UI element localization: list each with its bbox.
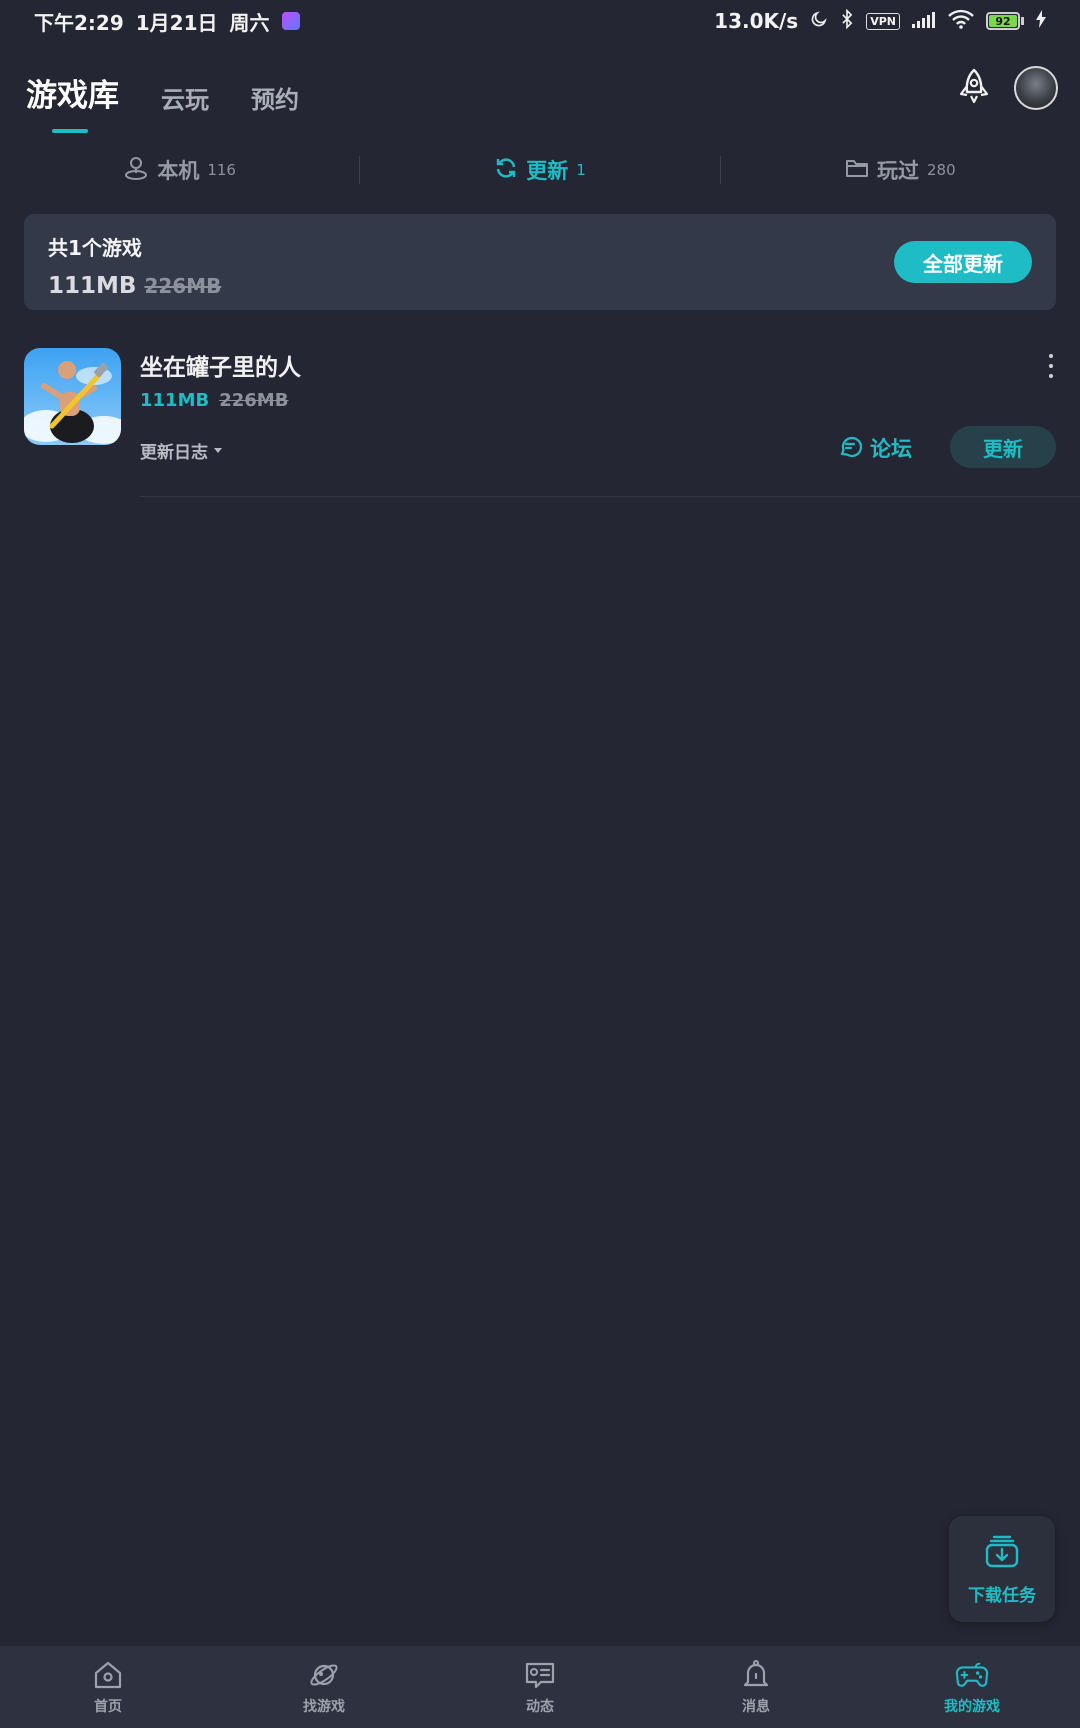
game-sizes: 111MB 226MB [140, 390, 288, 411]
list-divider [140, 496, 1080, 497]
subtab-local-label: 本机 [157, 159, 200, 183]
person-pin-icon [123, 155, 149, 186]
refresh-icon [494, 156, 518, 185]
status-time: 下午2:29 [34, 10, 124, 35]
update-button[interactable]: 更新 [950, 426, 1056, 468]
game-icon[interactable] [24, 348, 121, 445]
status-net-speed: 13.0K/s [714, 9, 799, 33]
planet-icon [307, 1658, 341, 1692]
wifi-icon [948, 9, 974, 34]
status-weekday: 周六 [229, 10, 270, 35]
tab-cloud-play[interactable]: 云玩 [161, 80, 209, 115]
tab-reservation[interactable]: 预约 [251, 80, 299, 115]
update-summary-card: 共1个游戏 111MB 226MB 全部更新 [24, 214, 1056, 310]
nav-messages-label: 消息 [742, 1699, 770, 1715]
forum-label: 论坛 [870, 437, 912, 461]
tab-game-library[interactable]: 游戏库 [26, 70, 119, 133]
update-all-button[interactable]: 全部更新 [894, 241, 1032, 283]
nav-find-games-label: 找游戏 [303, 1699, 345, 1715]
app-screen: 下午2:29 1月21日 周六 13.0K/s VPN 92 游戏库 云玩 预约… [0, 0, 1080, 1728]
header-actions [952, 66, 1058, 110]
top-tab-bar: 游戏库 云玩 预约 [26, 70, 299, 133]
forum-button[interactable]: 论坛 [838, 428, 912, 468]
charging-icon [1036, 9, 1046, 33]
nav-home-label: 首页 [94, 1699, 122, 1715]
subtab-updates-count: 1 [576, 161, 586, 179]
download-task-button[interactable]: 下载任务 [949, 1516, 1055, 1622]
download-task-label: 下载任务 [968, 1585, 1036, 1606]
signal-icon [912, 9, 936, 33]
battery-icon: 92 [986, 12, 1024, 30]
nav-my-games[interactable]: 我的游戏 [864, 1658, 1080, 1716]
bluetooth-icon [840, 8, 854, 34]
moon-icon [810, 9, 828, 33]
vpn-badge: VPN [866, 12, 900, 30]
subtab-local-count: 116 [207, 161, 236, 179]
game-new-size: 111MB [140, 390, 210, 411]
subtab-local[interactable]: 本机 116 [0, 155, 359, 186]
notification-app-icon [281, 12, 300, 30]
battery-level: 92 [989, 15, 1017, 28]
summary-title: 共1个游戏 [48, 236, 142, 260]
download-tray-icon [984, 1533, 1020, 1573]
more-options-icon[interactable] [1046, 354, 1056, 378]
subtab-updates[interactable]: 更新 1 [360, 155, 719, 185]
game-list-item[interactable]: 坐在罐子里的人 111MB 226MB 更新日志 论坛 更新 [24, 348, 1056, 498]
sub-tab-bar: 本机 116 更新 1 玩过 280 [0, 150, 1080, 190]
nav-feed[interactable]: 动态 [432, 1658, 648, 1716]
changelog-label: 更新日志 [140, 443, 208, 463]
game-title[interactable]: 坐在罐子里的人 [140, 348, 301, 382]
avatar[interactable] [1014, 66, 1058, 110]
nav-my-games-label: 我的游戏 [944, 1699, 1000, 1715]
subtab-played-count: 280 [927, 161, 956, 179]
rocket-icon[interactable] [952, 66, 996, 110]
status-date: 1月21日 [135, 10, 218, 35]
gamepad-icon [955, 1658, 989, 1692]
subtab-updates-label: 更新 [526, 159, 569, 183]
status-bar-left: 下午2:29 1月21日 周六 [34, 7, 300, 36]
nav-feed-label: 动态 [526, 1699, 554, 1715]
status-bar-right: 13.0K/s VPN 92 [714, 8, 1046, 34]
summary-old-size: 226MB [144, 274, 222, 298]
feed-icon [523, 1658, 557, 1692]
folder-icon [845, 157, 869, 184]
chat-bubble-icon [838, 434, 863, 463]
subtab-played-label: 玩过 [877, 159, 919, 183]
status-bar: 下午2:29 1月21日 周六 13.0K/s VPN 92 [0, 0, 1080, 42]
bell-icon [739, 1658, 773, 1692]
nav-home[interactable]: 首页 [0, 1658, 216, 1716]
home-icon [91, 1658, 125, 1692]
nav-messages[interactable]: 消息 [648, 1658, 864, 1716]
changelog-toggle[interactable]: 更新日志 [140, 438, 222, 463]
subtab-played[interactable]: 玩过 280 [721, 155, 1080, 185]
summary-new-size: 111MB [48, 273, 137, 299]
caret-down-icon [214, 448, 222, 453]
game-old-size: 226MB [219, 390, 289, 411]
bottom-nav: 首页 找游戏 动态 消息 我的游戏 [0, 1646, 1080, 1728]
nav-find-games[interactable]: 找游戏 [216, 1658, 432, 1716]
summary-sizes: 111MB 226MB [48, 273, 1032, 299]
